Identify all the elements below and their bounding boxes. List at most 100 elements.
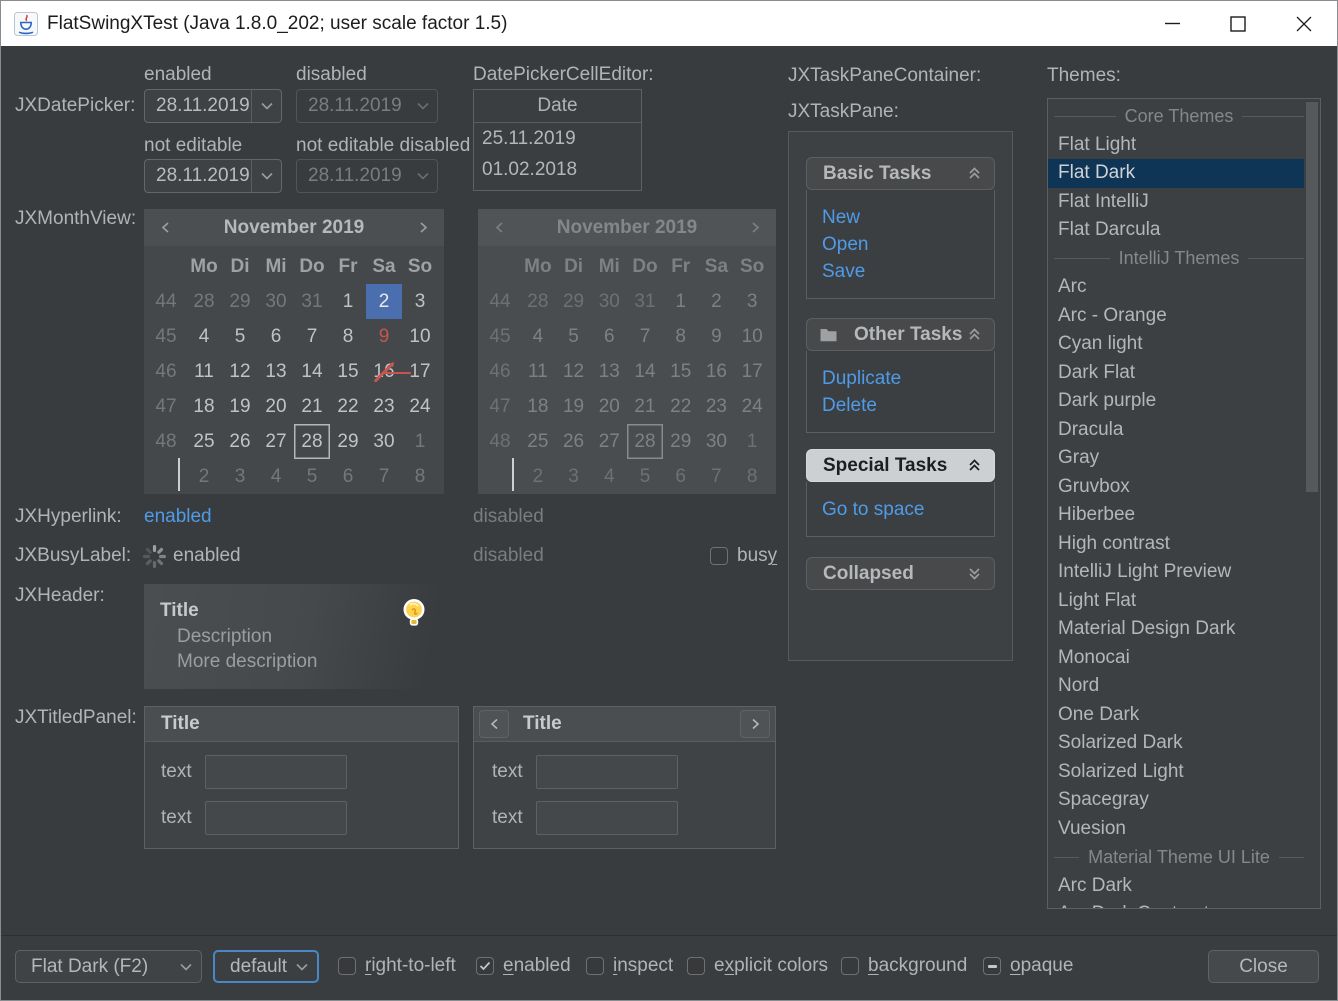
- taskpane-link-open[interactable]: Open: [822, 231, 984, 258]
- collapse-icon[interactable]: [968, 167, 981, 180]
- scrollbar-track[interactable]: [1305, 100, 1319, 907]
- day-cell-27[interactable]: 27: [258, 424, 294, 459]
- checked-checkbox-icon[interactable]: [476, 957, 494, 975]
- scale-combobox[interactable]: default: [213, 950, 319, 983]
- collapse-icon[interactable]: [968, 328, 981, 341]
- laf-combobox[interactable]: Flat Dark (F2): [15, 950, 202, 983]
- day-cell-21[interactable]: 21: [294, 389, 330, 424]
- chevron-left-button[interactable]: [479, 710, 509, 738]
- day-cell-16[interactable]: 16: [366, 354, 402, 389]
- unchecked-checkbox-icon[interactable]: [841, 957, 859, 975]
- day-cell-4[interactable]: 4: [258, 459, 294, 494]
- text-input[interactable]: [536, 755, 678, 789]
- day-cell-7[interactable]: 7: [366, 459, 402, 494]
- theme-item-flat-darcula[interactable]: Flat Darcula: [1048, 216, 1304, 245]
- chevron-right-button[interactable]: [740, 710, 770, 738]
- unchecked-checkbox-icon[interactable]: [710, 547, 728, 565]
- scrollbar-thumb[interactable]: [1306, 102, 1318, 492]
- theme-item-gruvbox[interactable]: Gruvbox: [1048, 473, 1304, 502]
- day-cell-31[interactable]: 31: [294, 284, 330, 319]
- close-window-button[interactable]: [1271, 1, 1337, 46]
- day-cell-11[interactable]: 11: [186, 354, 222, 389]
- unchecked-checkbox-icon[interactable]: [687, 957, 705, 975]
- day-cell-28[interactable]: 28: [186, 284, 222, 319]
- text-input[interactable]: [205, 755, 347, 789]
- day-cell-10[interactable]: 10: [402, 319, 438, 354]
- taskpane-header-special-tasks[interactable]: Special Tasks: [806, 449, 995, 482]
- day-cell-8[interactable]: 8: [402, 459, 438, 494]
- checkbox-background[interactable]: background: [841, 954, 967, 978]
- day-cell-1[interactable]: 1: [330, 284, 366, 319]
- day-cell-15[interactable]: 15: [330, 354, 366, 389]
- taskpane-link-delete[interactable]: Delete: [822, 392, 984, 419]
- day-cell-8[interactable]: 8: [330, 319, 366, 354]
- taskpane-link-new[interactable]: New: [822, 204, 984, 231]
- theme-item-arc-dark-contrast[interactable]: Arc Dark Contrast: [1048, 900, 1304, 909]
- day-cell-2[interactable]: 2: [366, 284, 402, 319]
- checkbox-right-to-left[interactable]: right-to-left: [338, 954, 456, 978]
- datepicker-not-editable[interactable]: 28.11.2019: [144, 159, 282, 193]
- day-cell-5[interactable]: 5: [294, 459, 330, 494]
- theme-item-flat-intellij[interactable]: Flat IntelliJ: [1048, 188, 1304, 217]
- day-cell-17[interactable]: 17: [402, 354, 438, 389]
- datepicker-enabled[interactable]: 28.11.2019: [144, 89, 282, 123]
- theme-item-material-design-dark[interactable]: Material Design Dark: [1048, 615, 1304, 644]
- day-cell-14[interactable]: 14: [294, 354, 330, 389]
- text-input[interactable]: [205, 801, 347, 835]
- day-cell-6[interactable]: 6: [330, 459, 366, 494]
- checkbox-explicit-colors[interactable]: explicit colors: [687, 954, 828, 978]
- expand-icon[interactable]: [968, 567, 981, 580]
- taskpane-link-go-to-space[interactable]: Go to space: [822, 496, 984, 523]
- theme-item-monocai[interactable]: Monocai: [1048, 644, 1304, 673]
- taskpane-link-duplicate[interactable]: Duplicate: [822, 365, 984, 392]
- theme-item-one-dark[interactable]: One Dark: [1048, 701, 1304, 730]
- taskpane-header-other-tasks[interactable]: Other Tasks: [806, 318, 995, 351]
- day-cell-28[interactable]: 28: [294, 424, 330, 459]
- theme-item-arc-dark[interactable]: Arc Dark: [1048, 872, 1304, 901]
- collapse-icon[interactable]: [968, 459, 981, 472]
- theme-item-flat-dark[interactable]: Flat Dark: [1048, 159, 1304, 188]
- checkbox-opaque[interactable]: opaque: [983, 954, 1073, 978]
- checkbox-inspect[interactable]: inspect: [586, 954, 673, 978]
- day-cell-13[interactable]: 13: [258, 354, 294, 389]
- hyperlink-enabled[interactable]: enabled: [144, 506, 212, 528]
- day-cell-24[interactable]: 24: [402, 389, 438, 424]
- day-cell-4[interactable]: 4: [186, 319, 222, 354]
- chevron-down-icon[interactable]: [252, 172, 281, 180]
- day-cell-23[interactable]: 23: [366, 389, 402, 424]
- theme-item-solarized-light[interactable]: Solarized Light: [1048, 758, 1304, 787]
- next-month-icon[interactable]: [400, 221, 444, 234]
- theme-item-nord[interactable]: Nord: [1048, 672, 1304, 701]
- theme-item-solarized-dark[interactable]: Solarized Dark: [1048, 729, 1304, 758]
- taskpane-header-basic-tasks[interactable]: Basic Tasks: [806, 157, 995, 190]
- theme-item-high-contrast[interactable]: High contrast: [1048, 530, 1304, 559]
- day-cell-7[interactable]: 7: [294, 319, 330, 354]
- busy-checkbox[interactable]: busy: [710, 544, 777, 568]
- day-cell-22[interactable]: 22: [330, 389, 366, 424]
- day-cell-9[interactable]: 9: [366, 319, 402, 354]
- day-cell-6[interactable]: 6: [258, 319, 294, 354]
- day-cell-3[interactable]: 3: [222, 459, 258, 494]
- chevron-down-icon[interactable]: [252, 102, 281, 110]
- unchecked-checkbox-icon[interactable]: [586, 957, 604, 975]
- day-cell-18[interactable]: 18: [186, 389, 222, 424]
- date-column-header[interactable]: Date: [474, 90, 641, 123]
- theme-item-gray[interactable]: Gray: [1048, 444, 1304, 473]
- table-row[interactable]: 01.02.2018: [474, 154, 641, 185]
- day-cell-2[interactable]: 2: [186, 459, 222, 494]
- day-cell-1[interactable]: 1: [402, 424, 438, 459]
- theme-item-dark-flat[interactable]: Dark Flat: [1048, 359, 1304, 388]
- day-cell-30[interactable]: 30: [258, 284, 294, 319]
- day-cell-29[interactable]: 29: [222, 284, 258, 319]
- table-row[interactable]: 25.11.2019: [474, 123, 641, 154]
- maximize-button[interactable]: [1205, 1, 1271, 46]
- indeterminate-checkbox-icon[interactable]: [983, 957, 1001, 975]
- theme-item-arc[interactable]: Arc: [1048, 273, 1304, 302]
- day-cell-19[interactable]: 19: [222, 389, 258, 424]
- theme-item-arc-orange[interactable]: Arc - Orange: [1048, 302, 1304, 331]
- theme-item-dracula[interactable]: Dracula: [1048, 416, 1304, 445]
- theme-item-intellij-light-preview[interactable]: IntelliJ Light Preview: [1048, 558, 1304, 587]
- day-cell-26[interactable]: 26: [222, 424, 258, 459]
- text-input[interactable]: [536, 801, 678, 835]
- theme-item-cyan-light[interactable]: Cyan light: [1048, 330, 1304, 359]
